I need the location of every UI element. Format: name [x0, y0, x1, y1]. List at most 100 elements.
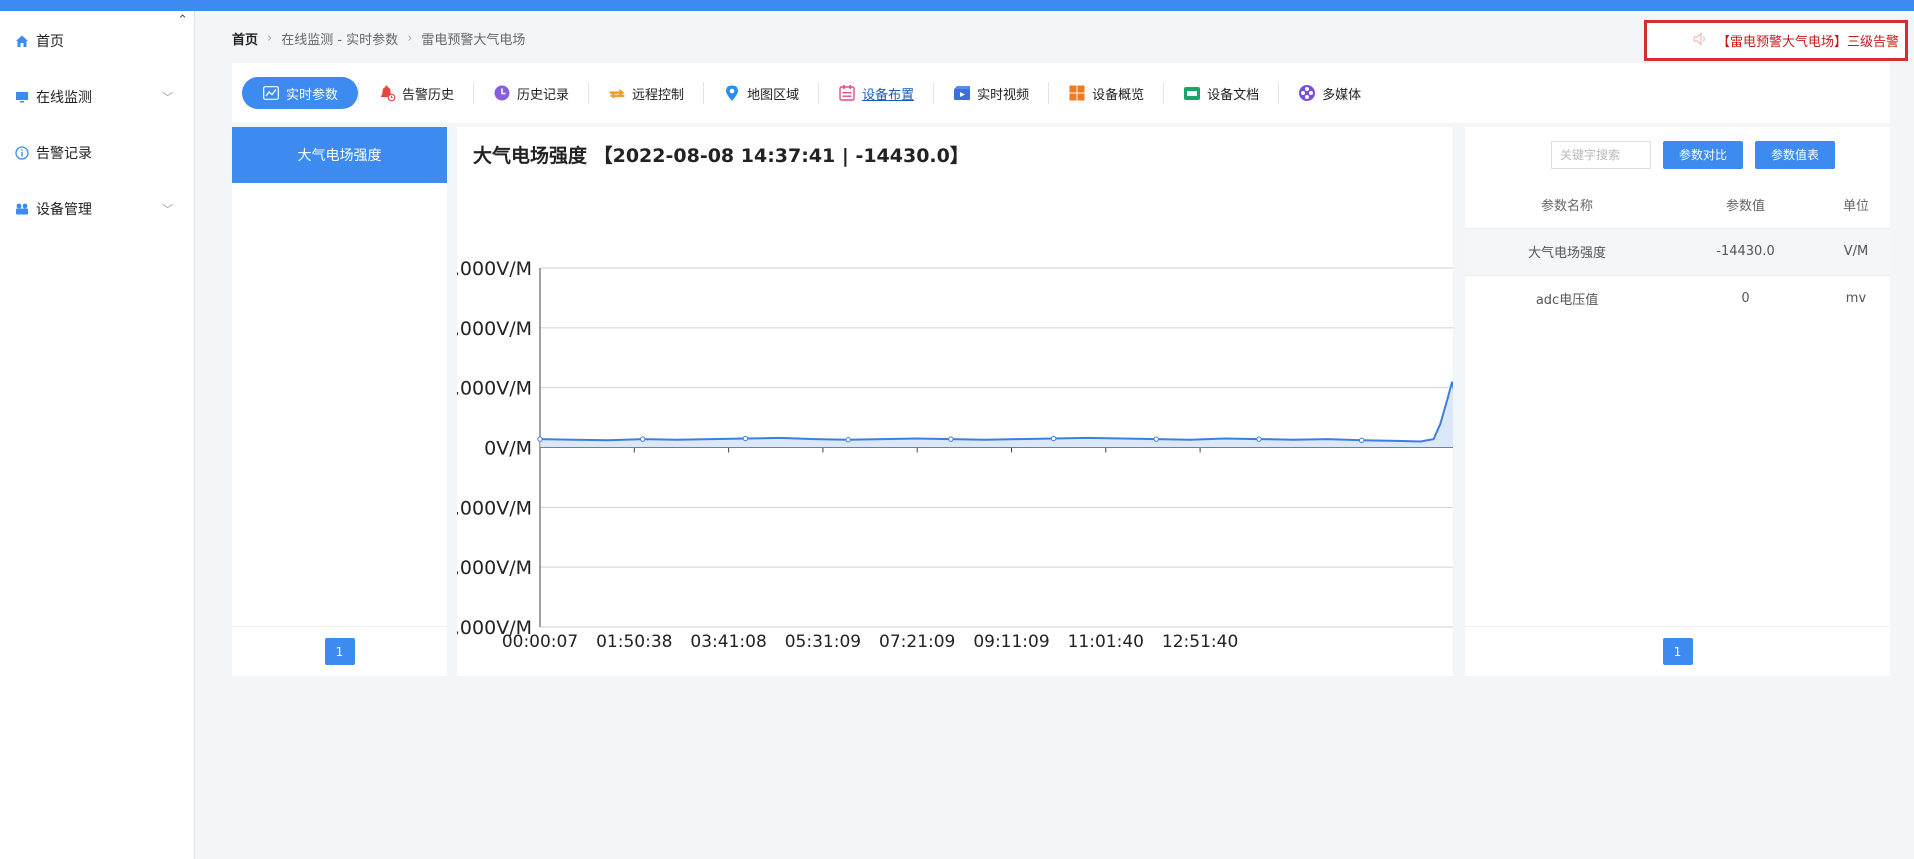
page-button[interactable]: 1	[1662, 638, 1693, 665]
y-tick-label: 10,000V/M	[457, 318, 532, 340]
sidebar-item-device-management[interactable]: 设备管理 ﹀	[14, 197, 179, 221]
breadcrumb-home[interactable]: 首页	[232, 29, 258, 48]
tab-device-documents[interactable]: 设备文档	[1164, 77, 1278, 109]
parameter-table: 参数名称 参数值 单位 大气电场强度 -14430.0 V/M adc电压值 0…	[1465, 182, 1890, 322]
video-icon	[953, 84, 971, 102]
tab-label: 远程控制	[632, 87, 685, 103]
tab-label: 历史记录	[517, 87, 570, 103]
tab-history-records[interactable]: 历史记录	[474, 77, 588, 109]
x-tick-label: 00:00:07	[502, 632, 578, 652]
data-point	[742, 435, 749, 442]
data-point	[845, 437, 851, 443]
tab-realtime-params[interactable]: 实时参数	[242, 77, 359, 109]
pagination: 1	[1465, 626, 1890, 676]
chevron-down-icon: ﹀	[162, 91, 173, 104]
data-point	[1050, 435, 1057, 442]
table-controls: 参数对比 参数值表	[1465, 127, 1890, 182]
compare-params-button[interactable]: 参数对比	[1662, 140, 1743, 169]
tab-label: 多媒体	[1322, 87, 1362, 103]
sidebar-item-label: 设备管理	[36, 202, 92, 218]
column-header[interactable]: 参数名称	[1465, 182, 1669, 228]
speaker-icon	[1693, 31, 1709, 50]
chart-area-fill	[540, 381, 1453, 448]
y-tick-label: 15,000V/M	[457, 258, 532, 280]
grid-icon	[1068, 84, 1086, 102]
multimedia-icon	[1298, 84, 1316, 102]
field-strength-chart: 15,000V/M 10,000V/M 5,000V/M 0V/M -5,000V/M -…	[457, 258, 1453, 652]
tab-label: 设备布置	[862, 87, 915, 103]
tab-alarm-history[interactable]: 告警历史	[359, 77, 473, 109]
tab-label: 实时参数	[286, 87, 339, 103]
breadcrumb-online-monitoring[interactable]: 在线监测 - 实时参数	[281, 29, 398, 48]
monitor-icon	[14, 89, 30, 105]
data-point	[640, 436, 646, 442]
bell-alarm-icon	[378, 84, 396, 102]
data-point	[1153, 436, 1159, 442]
home-icon	[14, 33, 30, 49]
tab-map-area[interactable]: 地图区域	[704, 77, 818, 109]
breadcrumb-separator-icon: ›	[267, 31, 273, 46]
exchange-icon	[608, 84, 626, 102]
table-row[interactable]: 大气电场强度 -14430.0 V/M	[1465, 227, 1890, 275]
chart-series-line	[537, 381, 1453, 444]
tab-live-video[interactable]: 实时视频	[934, 77, 1048, 109]
alarm-text: 【雷电预警大气电场】三级告警	[1716, 35, 1899, 50]
sidebar-item-home[interactable]: 首页	[14, 29, 179, 53]
table-row[interactable]: adc电压值 0 mv	[1465, 274, 1890, 322]
sidebar-item-label: 告警记录	[36, 146, 92, 162]
param-table-button[interactable]: 参数值表	[1754, 140, 1835, 169]
tab-remote-control[interactable]: 远程控制	[589, 77, 703, 109]
pagination: 1	[232, 626, 447, 676]
x-tick-label: 05:31:09	[785, 632, 861, 652]
sidebar-item-online-monitoring[interactable]: 在线监测 ﹀	[14, 85, 179, 109]
tab-label: 告警历史	[402, 87, 455, 103]
param-value-cell: 0	[1669, 274, 1822, 322]
data-point	[948, 436, 954, 442]
sidebar-item-label: 首页	[36, 34, 64, 50]
param-value-cell: -14430.0	[1669, 227, 1822, 275]
page-button[interactable]: 1	[324, 638, 355, 665]
list-item-field-strength[interactable]: 大气电场强度	[232, 127, 447, 183]
table-header-row: 参数名称 参数值 单位	[1465, 182, 1890, 228]
y-tick-label: -10,000V/M	[457, 557, 532, 579]
tab-device-overview[interactable]: 设备概览	[1049, 77, 1163, 109]
y-axis-ticks: 15,000V/M 10,000V/M 5,000V/M 0V/M -5,000V/M -…	[457, 258, 532, 639]
x-tick-label: 11:01:40	[1068, 632, 1144, 652]
data-point	[1358, 437, 1365, 444]
keyword-search-input[interactable]	[1550, 140, 1651, 169]
device-icon	[14, 201, 30, 217]
top-accent-bar	[0, 0, 1914, 11]
tab-label: 设备文档	[1207, 87, 1260, 103]
x-tick-label: 07:21:09	[879, 632, 955, 652]
x-tick-label: 01:50:38	[596, 632, 672, 652]
chevron-up-icon[interactable]: ⌃	[177, 13, 188, 28]
data-point	[537, 436, 543, 442]
param-name-cell: adc电压值	[1465, 274, 1670, 322]
column-header[interactable]: 单位	[1822, 182, 1890, 228]
sidebar-item-alarm-records[interactable]: 告警记录	[14, 141, 179, 165]
map-pin-icon	[723, 84, 741, 102]
tab-multimedia[interactable]: 多媒体	[1279, 77, 1380, 109]
x-tick-label: 12:51:40	[1162, 632, 1238, 652]
data-point	[1256, 436, 1262, 442]
param-unit-cell: V/M	[1821, 227, 1890, 275]
tab-label: 设备概览	[1092, 87, 1145, 103]
chart-panel: 大气电场强度 【2022-08-08 14:37:41 | -14430.0】 …	[457, 127, 1453, 676]
sidebar-item-label: 在线监测	[36, 90, 92, 106]
x-tick-label: 09:11:09	[973, 632, 1049, 652]
x-tick-label: 03:41:08	[690, 632, 766, 652]
alarm-banner[interactable]: 【雷电预警大气电场】三级告警	[1644, 20, 1908, 61]
clock-icon	[493, 84, 511, 102]
tab-label: 地图区域	[747, 87, 800, 103]
param-unit-cell: mv	[1821, 274, 1890, 322]
series-line	[539, 381, 1453, 443]
column-header[interactable]: 参数值	[1669, 182, 1822, 228]
breadcrumb: 首页 › 在线监测 - 实时参数 › 雷电预警大气电场	[232, 29, 525, 48]
x-axis-ticks: 00:00:07 01:50:38 03:41:08 05:31:09 07:21:09…	[502, 447, 1238, 652]
breadcrumb-separator-icon: ›	[407, 31, 413, 46]
param-name-cell: 大气电场强度	[1465, 227, 1670, 275]
tab-label: 实时视频	[977, 87, 1030, 103]
breadcrumb-current: 雷电预警大气电场	[421, 33, 526, 48]
parameter-list-panel: 大气电场强度 1	[232, 127, 447, 676]
tab-device-layout[interactable]: 设备布置	[819, 77, 933, 109]
